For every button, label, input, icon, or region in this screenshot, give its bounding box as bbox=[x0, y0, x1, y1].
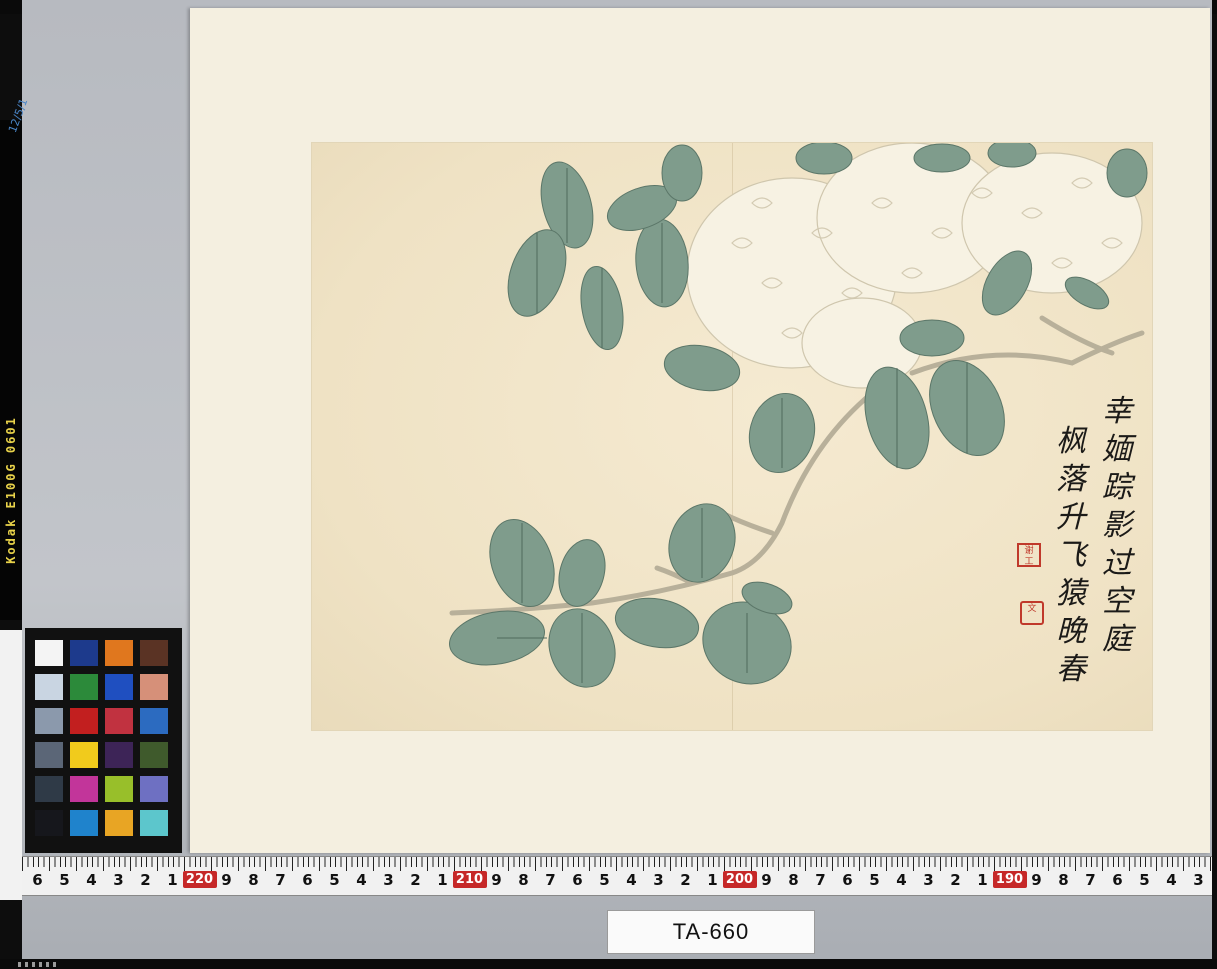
ruler-number: 3 bbox=[653, 871, 664, 889]
ruler-number: 6 bbox=[32, 871, 43, 889]
ruler-number: 9 bbox=[221, 871, 232, 889]
ruler-number: 6 bbox=[302, 871, 313, 889]
poem-character: 庭 bbox=[1102, 622, 1132, 657]
color-swatch bbox=[140, 640, 168, 666]
ruler-number: 9 bbox=[761, 871, 772, 889]
ruler-number: 1 bbox=[437, 871, 448, 889]
color-swatch bbox=[140, 810, 168, 836]
ruler-number: 9 bbox=[491, 871, 502, 889]
color-swatch bbox=[105, 742, 133, 768]
color-swatch bbox=[105, 776, 133, 802]
ruler-number: 2 bbox=[140, 871, 151, 889]
poem-character: 幸 bbox=[1102, 394, 1132, 429]
color-swatch bbox=[105, 640, 133, 666]
poem-character: 猿 bbox=[1056, 576, 1086, 611]
ruler-number: 3 bbox=[923, 871, 934, 889]
poem-character: 落 bbox=[1056, 462, 1086, 497]
ruler-number: 5 bbox=[59, 871, 70, 889]
ruler-number: 7 bbox=[1085, 871, 1096, 889]
ruler-number: 1 bbox=[977, 871, 988, 889]
color-swatch bbox=[35, 810, 63, 836]
color-swatch bbox=[105, 810, 133, 836]
color-swatch bbox=[35, 776, 63, 802]
film-code: Kodak E100G 0601 bbox=[4, 416, 18, 564]
ruler-number: 1 bbox=[707, 871, 718, 889]
ruler-number: 2 bbox=[680, 871, 691, 889]
color-swatch bbox=[140, 708, 168, 734]
ruler-number: 9 bbox=[1031, 871, 1042, 889]
color-swatch bbox=[105, 708, 133, 734]
hydrangea-illustration bbox=[449, 143, 1148, 688]
ruler-number: 7 bbox=[815, 871, 826, 889]
ruler-number: 3 bbox=[113, 871, 124, 889]
ruler-number: 6 bbox=[842, 871, 853, 889]
seal-stamp: 文 bbox=[1020, 601, 1044, 625]
color-swatch bbox=[35, 674, 63, 700]
color-swatch bbox=[70, 742, 98, 768]
color-swatch bbox=[140, 742, 168, 768]
ruler-number: 3 bbox=[383, 871, 394, 889]
ruler-number: 6 bbox=[1112, 871, 1123, 889]
ruler-numbers: 6 5 4 3 2 1 220 9 8 7 6 5 4 3 2 1 210 9 8 7 6 5 4 3 2 1 200 9 8 7 6 5 4 3… bbox=[24, 871, 1212, 889]
ruler-number: 5 bbox=[1139, 871, 1150, 889]
poem-column-2: 枫 落 升 飞 猿 晚 春 bbox=[1056, 423, 1086, 689]
poem-character: 影 bbox=[1102, 508, 1132, 543]
poem-character: 晚 bbox=[1056, 614, 1086, 649]
poem-character: 飞 bbox=[1056, 538, 1086, 573]
ruler-number: 8 bbox=[518, 871, 529, 889]
ruler-number: 2 bbox=[950, 871, 961, 889]
poem-character: 升 bbox=[1056, 500, 1086, 535]
poem-character: 踪 bbox=[1102, 470, 1132, 505]
color-swatch bbox=[70, 810, 98, 836]
color-swatch bbox=[35, 640, 63, 666]
color-checker bbox=[25, 628, 182, 853]
ruler-number: 4 bbox=[1166, 871, 1177, 889]
painting: 幸 媔 踪 影 过 空 庭 枫 落 升 飞 猿 晚 春 谢 工 文 bbox=[312, 143, 1152, 730]
ruler-ticks-major bbox=[22, 857, 1212, 871]
ruler-number: 2 bbox=[410, 871, 421, 889]
seal-stamp: 谢 工 bbox=[1017, 543, 1041, 567]
poem-character: 媔 bbox=[1102, 432, 1132, 467]
poem-character: 过 bbox=[1102, 546, 1132, 581]
ruler-number: 7 bbox=[545, 871, 556, 889]
ruler-number: 210 bbox=[452, 871, 487, 888]
ruler-number: 3 bbox=[1193, 871, 1204, 889]
film-edge: Kodak E100G 0601 bbox=[0, 120, 22, 620]
color-swatch bbox=[70, 776, 98, 802]
ruler-number: 5 bbox=[599, 871, 610, 889]
ruler-number: 4 bbox=[896, 871, 907, 889]
ruler-number: 200 bbox=[722, 871, 757, 888]
poem-character: 春 bbox=[1056, 652, 1086, 687]
poem-character: 枫 bbox=[1056, 424, 1086, 459]
color-swatch bbox=[70, 640, 98, 666]
sprocket-holes bbox=[18, 962, 58, 967]
color-swatch bbox=[140, 776, 168, 802]
color-swatch bbox=[35, 708, 63, 734]
ruler-number: 5 bbox=[329, 871, 340, 889]
ruler-number: 190 bbox=[992, 871, 1027, 888]
ruler-number: 1 bbox=[167, 871, 178, 889]
ruler-number: 220 bbox=[182, 871, 217, 888]
poem-character: 空 bbox=[1102, 584, 1132, 619]
ruler-number: 4 bbox=[356, 871, 367, 889]
poem-column-1: 幸 媔 踪 影 过 空 庭 bbox=[1102, 393, 1132, 659]
ruler-number: 7 bbox=[275, 871, 286, 889]
color-swatch bbox=[105, 674, 133, 700]
color-swatch bbox=[70, 708, 98, 734]
color-swatch bbox=[35, 742, 63, 768]
color-swatch bbox=[140, 674, 168, 700]
ruler-number: 8 bbox=[1058, 871, 1069, 889]
catalog-label: TA-660 bbox=[607, 910, 815, 954]
ruler-number: 4 bbox=[86, 871, 97, 889]
ruler-number: 8 bbox=[248, 871, 259, 889]
measuring-ruler: 6 5 4 3 2 1 220 9 8 7 6 5 4 3 2 1 210 9 8 7 6 5 4 3 2 1 200 9 8 7 6 5 4 3… bbox=[22, 856, 1212, 896]
ruler-number: 6 bbox=[572, 871, 583, 889]
film-mark bbox=[0, 630, 22, 900]
film-border-bottom bbox=[0, 959, 1217, 969]
ruler-number: 4 bbox=[626, 871, 637, 889]
ruler-number: 8 bbox=[788, 871, 799, 889]
color-swatch bbox=[70, 674, 98, 700]
ruler-number: 5 bbox=[869, 871, 880, 889]
